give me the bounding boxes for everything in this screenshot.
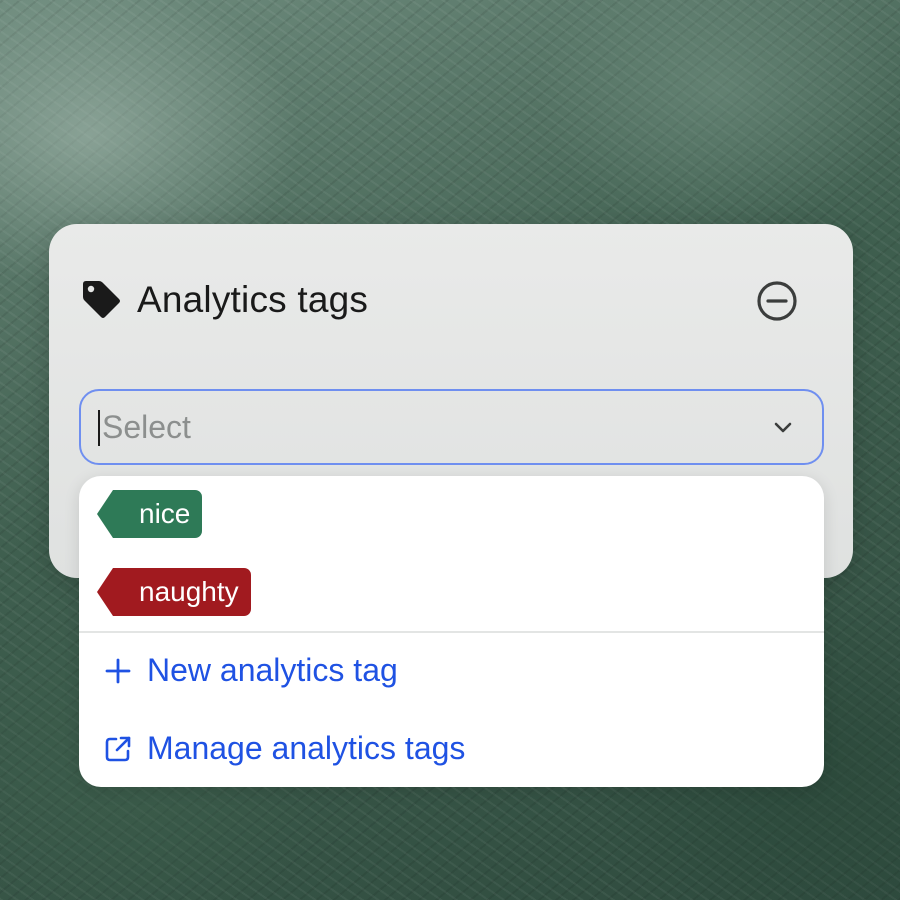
manage-analytics-tags-label: Manage analytics tags	[147, 730, 466, 766]
external-link-icon	[105, 736, 131, 761]
tag-icon	[83, 281, 120, 318]
tag-option-nice[interactable]: nice	[96, 490, 203, 538]
text-cursor	[98, 410, 100, 446]
chevron-down-icon[interactable]	[772, 417, 794, 439]
tag-option-naughty[interactable]: naughty	[97, 568, 251, 616]
card-title: Analytics tags	[137, 279, 369, 320]
select-placeholder: Select	[102, 409, 191, 445]
minus-circle-icon[interactable]	[755, 279, 799, 323]
card-header: Analytics tags	[79, 278, 368, 322]
new-analytics-tag-button[interactable]: New analytics tag	[103, 652, 398, 689]
manage-analytics-tags-link[interactable]: Manage analytics tags	[103, 730, 465, 767]
tag-chip: nice	[96, 490, 203, 538]
tag-dropdown-menu: nice naughty New analytics tag Manage an…	[79, 476, 824, 787]
new-analytics-tag-label: New analytics tag	[147, 652, 398, 688]
menu-divider	[79, 631, 824, 633]
tag-select-input[interactable]: Select	[79, 389, 824, 465]
plus-icon	[105, 658, 131, 683]
tag-chip: naughty	[97, 568, 251, 616]
